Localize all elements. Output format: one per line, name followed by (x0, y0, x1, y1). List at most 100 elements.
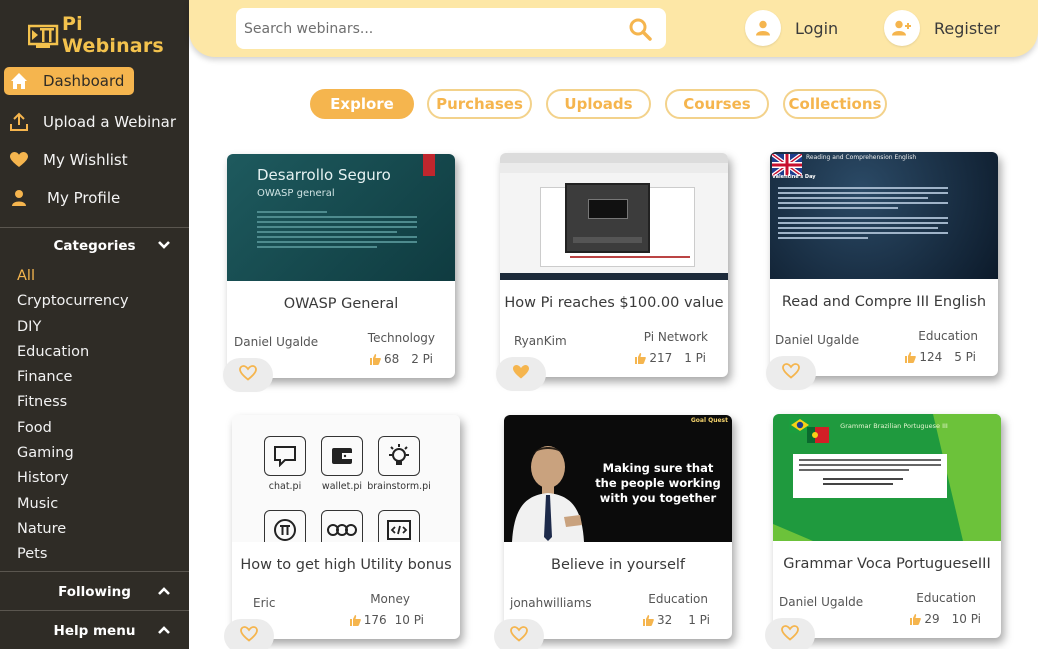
category-fitness[interactable]: Fitness (17, 392, 129, 417)
category-music[interactable]: Music (17, 494, 129, 519)
register-button[interactable]: Register (884, 10, 1000, 46)
wishlist-button[interactable] (494, 619, 544, 649)
tab-uploads[interactable]: Uploads (546, 89, 651, 119)
thumbnail-subheading: OWASP general (257, 188, 335, 199)
wishlist-button[interactable] (223, 358, 273, 392)
thumbnail-subheading: Valentine's Day (772, 174, 816, 180)
webinar-price: 2 Pi (411, 352, 433, 366)
webinar-thumbnail: Desarrollo Seguro OWASP general (227, 154, 455, 281)
wishlist-button[interactable] (496, 357, 546, 391)
webinar-author[interactable]: Daniel Ugalde (775, 333, 859, 347)
blockchain-app-icon (321, 510, 363, 542)
webinar-card[interactable]: Desarrollo Seguro OWASP general OWASP Ge… (223, 154, 455, 392)
heart-filled-icon (512, 364, 530, 384)
thumbnail-text-lines (778, 184, 948, 242)
nav-my-wishlist[interactable]: My Wishlist (4, 146, 128, 174)
heart-outline-icon (782, 363, 800, 383)
pi-app-icon (264, 510, 306, 542)
webinar-title[interactable]: Believe in yourself (504, 557, 732, 573)
webinar-thumbnail: Grammar Brazilian Portuguese III (773, 414, 1001, 541)
likes-count: 124 (919, 350, 943, 364)
heart-icon (8, 149, 30, 171)
categories-header[interactable]: Categories (0, 230, 189, 262)
app-label: brainstorm.pi (367, 481, 431, 492)
category-education[interactable]: Education (17, 342, 129, 367)
webinar-card[interactable]: How Pi reaches $100.00 value RyanKim Pi … (496, 153, 728, 391)
webinar-card[interactable]: Grammar Brazilian Portuguese III Grammar… (765, 414, 1001, 649)
help-menu-header[interactable]: Help menu (0, 615, 189, 647)
webinar-title[interactable]: How Pi reaches $100.00 value (500, 295, 728, 311)
webinar-title[interactable]: OWASP General (227, 296, 455, 312)
login-label: Login (795, 18, 839, 38)
tab-collections[interactable]: Collections (783, 89, 887, 119)
wishlist-button[interactable] (224, 619, 274, 649)
thumbs-up-icon (904, 351, 917, 363)
webinar-author[interactable]: Daniel Ugalde (779, 595, 863, 609)
help-title: Help menu (53, 623, 136, 639)
taskbar (500, 273, 728, 280)
tab-explore[interactable]: Explore (310, 89, 414, 119)
likes-count: 29 (924, 612, 940, 626)
search-input[interactable] (244, 20, 614, 37)
webinar-price: 5 Pi (954, 350, 976, 364)
nav-dashboard[interactable]: Dashboard (4, 67, 134, 95)
webinar-thumbnail: Goal Quest Making sure that the people w… (504, 415, 732, 542)
register-label: Register (934, 18, 1000, 38)
webinar-stats: 124 5 Pi (904, 350, 976, 364)
webinar-author[interactable]: jonahwilliams (510, 596, 592, 610)
search-icon[interactable] (628, 17, 652, 41)
chevron-up-icon (157, 623, 171, 637)
wishlist-button[interactable] (765, 618, 815, 649)
thumbnail-heading: Reading and Comprehension English (806, 154, 917, 161)
brand[interactable]: Pi Webinars (27, 13, 189, 57)
thumbs-up-icon (349, 614, 361, 626)
webinar-card[interactable]: Goal Quest Making sure that the people w… (494, 415, 732, 649)
webinar-author[interactable]: Daniel Ugalde (234, 335, 318, 349)
login-button[interactable]: Login (745, 10, 838, 46)
webinar-stats: 68 2 Pi (369, 352, 433, 366)
webinar-stats: 217 1 Pi (634, 351, 706, 365)
category-cryptocurrency[interactable]: Cryptocurrency (17, 291, 129, 316)
brainstorm-app-icon (378, 436, 420, 476)
home-icon (8, 70, 30, 92)
category-finance[interactable]: Finance (17, 367, 129, 392)
webinar-card[interactable]: chat.pi wallet.pi brainstorm.pi How to g… (224, 415, 460, 649)
thumbs-up-icon (909, 613, 922, 625)
category-food[interactable]: Food (17, 418, 129, 443)
app-label: wallet.pi (321, 481, 363, 492)
tab-purchases[interactable]: Purchases (427, 89, 532, 119)
wishlist-button[interactable] (766, 356, 816, 390)
user-icon (745, 10, 781, 46)
webinar-author[interactable]: RyanKim (514, 334, 567, 348)
category-history[interactable]: History (17, 468, 129, 493)
tab-courses[interactable]: Courses (665, 89, 769, 119)
category-nature[interactable]: Nature (17, 519, 129, 544)
webinar-author[interactable]: Eric (253, 596, 275, 610)
browser-bar (500, 153, 728, 163)
webinar-title[interactable]: Grammar Voca PortugueseIII (773, 556, 1001, 572)
code-app-icon (378, 510, 420, 542)
chevron-down-icon (157, 238, 171, 252)
upload-icon (8, 111, 30, 133)
webinar-price: 10 Pi (394, 613, 424, 627)
webinar-category: Education (648, 592, 708, 606)
webinar-title[interactable]: How to get high Utility bonus (232, 557, 460, 573)
speaker-image (506, 437, 588, 542)
search-box (236, 8, 666, 49)
nav-my-profile[interactable]: My Profile (4, 184, 120, 212)
app-label: chat.pi (268, 481, 302, 492)
webinar-category: Pi Network (643, 330, 708, 344)
webinar-title[interactable]: Read and Compre III English (770, 294, 998, 310)
category-diy[interactable]: DIY (17, 317, 129, 342)
uk-flag-icon (770, 152, 804, 178)
divider (0, 227, 189, 228)
heart-outline-icon (240, 626, 258, 646)
following-title: Following (58, 584, 131, 600)
category-gaming[interactable]: Gaming (17, 443, 129, 468)
webinar-card[interactable]: Reading and Comprehension English Valent… (766, 152, 998, 390)
nav-upload-webinar[interactable]: Upload a Webinar (4, 108, 176, 136)
following-header[interactable]: Following (0, 576, 189, 608)
category-pets[interactable]: Pets (17, 544, 129, 569)
chevron-up-icon (157, 584, 171, 598)
category-all[interactable]: All (17, 266, 129, 291)
